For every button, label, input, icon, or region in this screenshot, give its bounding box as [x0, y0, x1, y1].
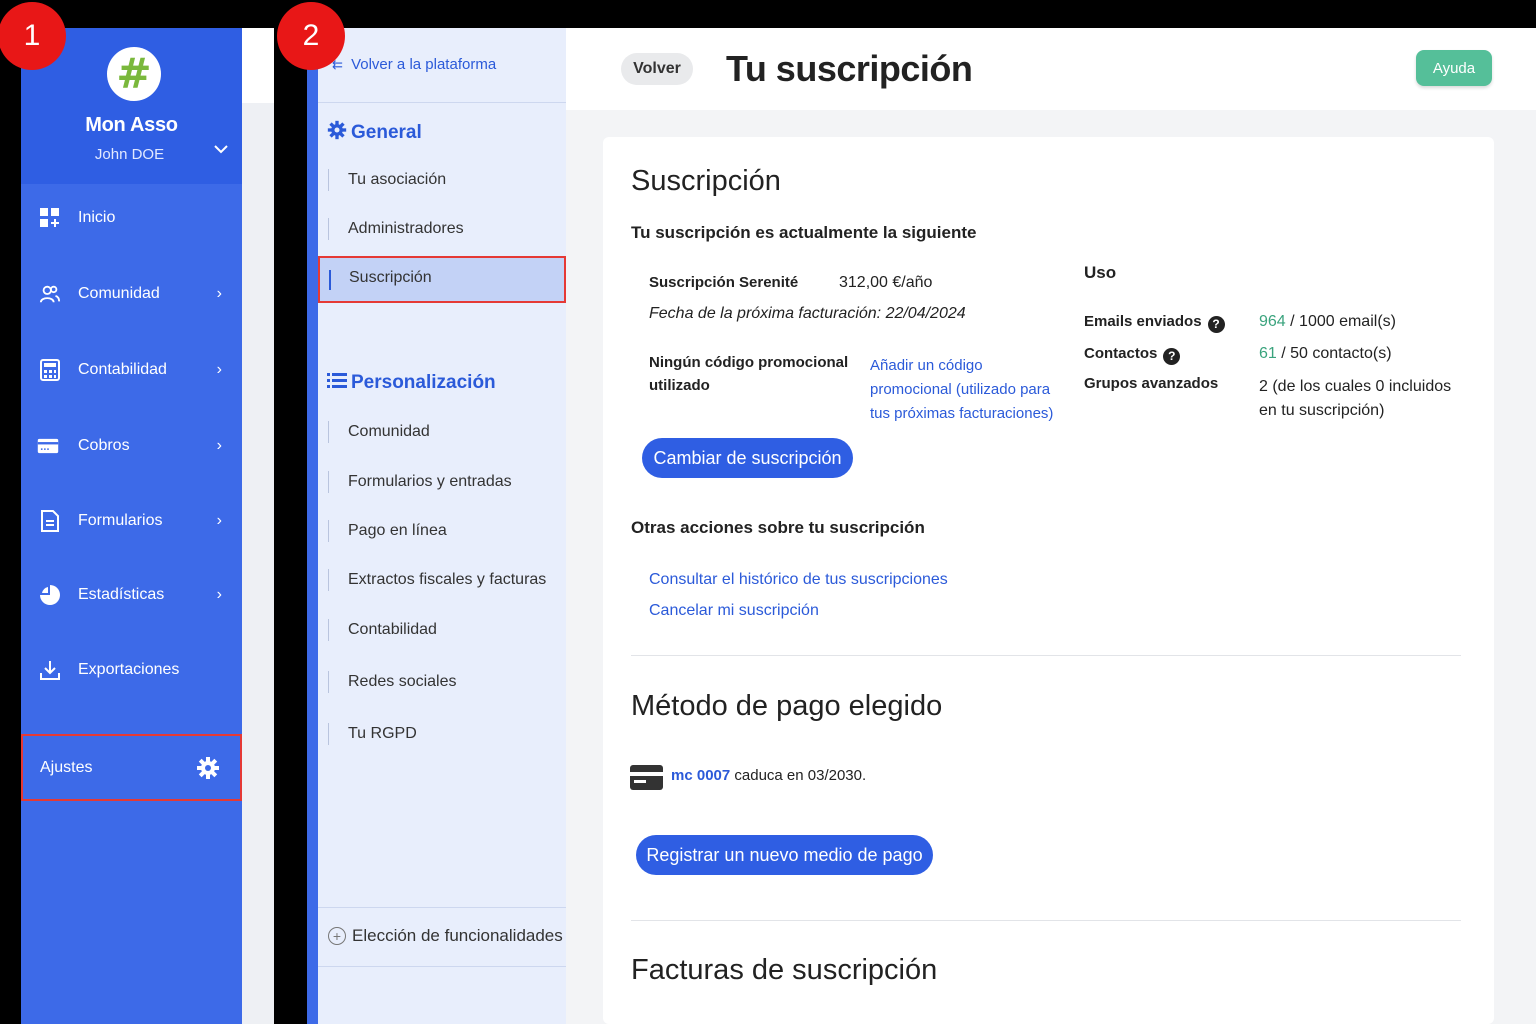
credit-card-icon: [37, 435, 59, 457]
register-payment-method-button[interactable]: Registrar un nuevo medio de pago: [636, 835, 933, 875]
sidebar-item-exportaciones[interactable]: Exportaciones: [21, 648, 242, 692]
card-number: mc 0007: [671, 767, 731, 784]
dashboard-icon: [39, 207, 61, 229]
cancel-subscription-link[interactable]: Cancelar mi suscripción: [649, 602, 819, 620]
sidebar-item-label: Formularios: [78, 512, 163, 529]
divider: [631, 655, 1461, 656]
user-name: John DOE: [94, 146, 165, 163]
content-fragment: [242, 103, 274, 1024]
features-choice-link[interactable]: + Elección de funcionalidades: [328, 926, 563, 946]
screen: # Mon Asso John DOE Inicio Comunidad › C…: [0, 0, 1536, 1024]
chevron-right-icon: ›: [216, 586, 222, 603]
other-actions-title: Otras acciones sobre tu suscripción: [631, 518, 925, 537]
sidebar-item-formularios[interactable]: Formularios ›: [21, 499, 242, 543]
settings-nav-item[interactable]: Administradores: [328, 216, 566, 242]
sidebar-item-label: Cobros: [78, 437, 130, 454]
sidebar-item-estadisticas[interactable]: Estadísticas ›: [21, 573, 242, 617]
settings-nav-item[interactable]: Extractos fiscales y facturas: [328, 567, 566, 593]
payment-card-info: mc 0007 caduca en 03/2030.: [671, 767, 867, 784]
gear-icon: [327, 120, 347, 146]
sidebar-item-ajustes[interactable]: Ajustes: [21, 734, 242, 801]
divider: [631, 920, 1461, 921]
pie-chart-icon: [39, 584, 61, 606]
subscription-subheading: Tu suscripción es actualmente la siguien…: [631, 223, 977, 242]
sidebar-item-inicio[interactable]: Inicio: [21, 196, 242, 240]
divider: [318, 907, 566, 908]
sidebar-item-label: Estadísticas: [78, 586, 165, 603]
step-badge-1: 1: [0, 2, 66, 70]
page-title: Tu suscripción: [726, 48, 973, 89]
contacts-usage: 61 / 50 contacto(s): [1259, 345, 1392, 362]
plus-circle-icon: +: [328, 927, 346, 945]
promo-status: Ningún código promocional utilizado: [649, 354, 849, 394]
chevron-right-icon: ›: [216, 437, 222, 454]
divider: [318, 102, 566, 103]
sidebar-item-label: Ajustes: [40, 758, 93, 776]
sidebar-item-label: Contabilidad: [78, 361, 167, 378]
usage-title: Uso: [1084, 263, 1117, 282]
chevron-right-icon: ›: [216, 361, 222, 378]
chevron-down-icon[interactable]: [214, 141, 228, 158]
next-billing-date: Fecha de la próxima facturación: 22/04/2…: [649, 305, 966, 322]
divider: [318, 966, 566, 967]
sidebar-item-comunidad[interactable]: Comunidad ›: [21, 272, 242, 316]
invoices-heading: Facturas de suscripción: [631, 954, 938, 986]
header-fragment: [242, 28, 274, 103]
groups-usage: 2 (de los cuales 0 incluidos en tu suscr…: [1259, 378, 1452, 419]
download-icon: [39, 659, 61, 681]
org-name: Mon Asso: [85, 114, 178, 136]
payment-method-heading: Método de pago elegido: [631, 690, 943, 722]
groups-label: Grupos avanzados: [1084, 375, 1219, 392]
step-badge-2: 2: [277, 2, 345, 70]
section-title-personalizacion: Personalización: [327, 371, 496, 395]
plan-name: Suscripción Serenité: [649, 274, 799, 291]
settings-nav-item[interactable]: Comunidad: [328, 419, 566, 445]
sidebar-item-label: Comunidad: [78, 285, 160, 302]
settings-nav-item[interactable]: Redes sociales: [328, 669, 566, 695]
help-icon[interactable]: ?: [1163, 347, 1181, 365]
sidebar-item-cobros[interactable]: Cobros ›: [21, 424, 242, 468]
chevron-right-icon: ›: [216, 512, 222, 529]
users-icon: [39, 283, 61, 305]
plan-price: 312,00 €/año: [839, 274, 933, 291]
sidebar-item-contabilidad[interactable]: Contabilidad ›: [21, 348, 242, 392]
settings-nav-item[interactable]: Pago en línea: [328, 518, 566, 544]
subscription-history-link[interactable]: Consultar el histórico de tus suscripcio…: [649, 571, 948, 589]
help-button[interactable]: Ayuda: [1416, 50, 1492, 86]
list-icon: [327, 371, 347, 395]
section-title-general: General: [327, 120, 422, 146]
settings-nav-item[interactable]: Contabilidad: [328, 617, 566, 643]
credit-card-icon: [630, 765, 663, 790]
document-icon: [39, 510, 61, 532]
calculator-icon: [39, 359, 61, 381]
emails-usage: 964 / 1000 email(s): [1259, 313, 1396, 330]
main-sidebar: # Mon Asso John DOE Inicio Comunidad › C…: [21, 28, 242, 1024]
sidebar-strip: [307, 28, 318, 1024]
settings-nav-item-active[interactable]: Suscripción: [318, 256, 566, 303]
org-logo: #: [107, 47, 161, 101]
settings-nav: ⇇ Volver a la plataforma General Tu asoc…: [318, 28, 566, 1024]
sidebar-item-label: Exportaciones: [78, 661, 180, 678]
settings-nav-item[interactable]: Tu asociación: [328, 167, 566, 193]
contacts-label: Contactos?: [1084, 345, 1181, 365]
add-promo-code-link[interactable]: Añadir un código promocional (utilizado …: [870, 354, 1053, 426]
settings-nav-item[interactable]: Tu RGPD: [328, 721, 566, 747]
help-icon[interactable]: ?: [1207, 315, 1225, 333]
page-header: Volver Tu suscripción Ayuda: [566, 28, 1536, 110]
subscription-card: Suscripción Tu suscripción es actualment…: [603, 137, 1494, 1024]
subscription-heading: Suscripción: [631, 165, 781, 197]
back-to-platform-link[interactable]: ⇇ Volver a la plataforma: [332, 56, 496, 73]
sidebar-item-label: Inicio: [78, 209, 116, 226]
emails-label: Emails enviados?: [1084, 313, 1225, 333]
settings-nav-item[interactable]: Formularios y entradas: [328, 469, 566, 495]
chevron-right-icon: ›: [216, 285, 222, 302]
back-button[interactable]: Volver: [621, 53, 693, 85]
gear-icon: [196, 756, 220, 780]
change-subscription-button[interactable]: Cambiar de suscripción: [642, 438, 853, 478]
